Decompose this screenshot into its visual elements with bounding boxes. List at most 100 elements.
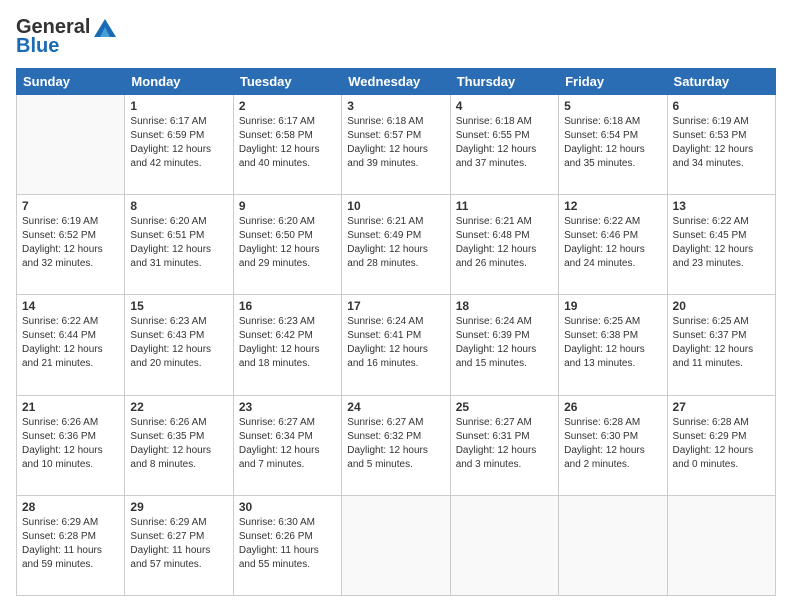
- day-number: 24: [347, 400, 444, 414]
- calendar-cell: 28 Sunrise: 6:29 AM Sunset: 6:28 PM Dayli…: [17, 495, 125, 595]
- header-friday: Friday: [559, 69, 667, 95]
- calendar-cell: 22 Sunrise: 6:26 AM Sunset: 6:35 PM Dayli…: [125, 395, 233, 495]
- day-info: Sunrise: 6:18 AM Sunset: 6:54 PM Dayligh…: [564, 115, 661, 171]
- calendar-cell: 16 Sunrise: 6:23 AM Sunset: 6:42 PM Dayli…: [233, 295, 341, 395]
- day-number: 22: [130, 400, 227, 414]
- day-number: 3: [347, 99, 444, 113]
- header-row: SundayMondayTuesdayWednesdayThursdayFrid…: [17, 69, 776, 95]
- calendar-cell: 14Sunrise: 6:22 AM Sunset: 6:44 PM Dayli…: [17, 295, 125, 395]
- day-info: Sunrise: 6:23 AM Sunset: 6:43 PM Dayligh…: [130, 315, 227, 371]
- day-info: Sunrise: 6:25 AM Sunset: 6:38 PM Dayligh…: [564, 315, 661, 371]
- day-info: Sunrise: 6:28 AM Sunset: 6:30 PM Dayligh…: [564, 416, 661, 472]
- day-number: 2: [239, 99, 336, 113]
- header-thursday: Thursday: [450, 69, 558, 95]
- day-info: Sunrise: 6:23 AM Sunset: 6:42 PM Dayligh…: [239, 315, 336, 371]
- calendar-cell: 13 Sunrise: 6:22 AM Sunset: 6:45 PM Dayli…: [667, 195, 775, 295]
- calendar-cell: [450, 495, 558, 595]
- day-number: 26: [564, 400, 661, 414]
- day-info: Sunrise: 6:27 AM Sunset: 6:34 PM Dayligh…: [239, 416, 336, 472]
- day-number: 17: [347, 299, 444, 313]
- calendar-cell: [559, 495, 667, 595]
- day-info: Sunrise: 6:20 AM Sunset: 6:51 PM Dayligh…: [130, 215, 227, 271]
- calendar-cell: 9 Sunrise: 6:20 AM Sunset: 6:50 PM Daylig…: [233, 195, 341, 295]
- day-number: 4: [456, 99, 553, 113]
- header-sunday: Sunday: [17, 69, 125, 95]
- day-info: Sunrise: 6:27 AM Sunset: 6:32 PM Dayligh…: [347, 416, 444, 472]
- header-tuesday: Tuesday: [233, 69, 341, 95]
- day-number: 18: [456, 299, 553, 313]
- calendar-cell: 12 Sunrise: 6:22 AM Sunset: 6:46 PM Dayli…: [559, 195, 667, 295]
- calendar-cell: 11 Sunrise: 6:21 AM Sunset: 6:48 PM Dayli…: [450, 195, 558, 295]
- calendar-cell: 19Sunrise: 6:25 AM Sunset: 6:38 PM Dayli…: [559, 295, 667, 395]
- day-number: 1: [130, 99, 227, 113]
- calendar-cell: [17, 95, 125, 195]
- day-info: Sunrise: 6:19 AM Sunset: 6:53 PM Dayligh…: [673, 115, 770, 171]
- day-info: Sunrise: 6:27 AM Sunset: 6:31 PM Dayligh…: [456, 416, 553, 472]
- calendar-cell: 5 Sunrise: 6:18 AM Sunset: 6:54 PM Daylig…: [559, 95, 667, 195]
- day-number: 14: [22, 299, 119, 313]
- calendar-cell: 4 Sunrise: 6:18 AM Sunset: 6:55 PM Daylig…: [450, 95, 558, 195]
- calendar-cell: 26 Sunrise: 6:28 AM Sunset: 6:30 PM Dayli…: [559, 395, 667, 495]
- day-info: Sunrise: 6:21 AM Sunset: 6:48 PM Dayligh…: [456, 215, 553, 271]
- header-wednesday: Wednesday: [342, 69, 450, 95]
- calendar-cell: [342, 495, 450, 595]
- calendar-cell: 25 Sunrise: 6:27 AM Sunset: 6:31 PM Dayli…: [450, 395, 558, 495]
- calendar-cell: 20 Sunrise: 6:25 AM Sunset: 6:37 PM Dayli…: [667, 295, 775, 395]
- calendar-cell: 18 Sunrise: 6:24 AM Sunset: 6:39 PM Dayli…: [450, 295, 558, 395]
- calendar-cell: 24 Sunrise: 6:27 AM Sunset: 6:32 PM Dayli…: [342, 395, 450, 495]
- day-number: 11: [456, 199, 553, 213]
- calendar-cell: 27Sunrise: 6:28 AM Sunset: 6:29 PM Dayli…: [667, 395, 775, 495]
- day-number: 6: [673, 99, 770, 113]
- day-info: Sunrise: 6:19 AM Sunset: 6:52 PM Dayligh…: [22, 215, 119, 271]
- day-number: 7: [22, 199, 119, 213]
- day-number: 15: [130, 299, 227, 313]
- day-info: Sunrise: 6:22 AM Sunset: 6:45 PM Dayligh…: [673, 215, 770, 271]
- calendar-cell: 23 Sunrise: 6:27 AM Sunset: 6:34 PM Dayli…: [233, 395, 341, 495]
- calendar-cell: 6 Sunrise: 6:19 AM Sunset: 6:53 PM Daylig…: [667, 95, 775, 195]
- header-saturday: Saturday: [667, 69, 775, 95]
- calendar-cell: 21 Sunrise: 6:26 AM Sunset: 6:36 PM Dayli…: [17, 395, 125, 495]
- header-monday: Monday: [125, 69, 233, 95]
- day-number: 13: [673, 199, 770, 213]
- day-info: Sunrise: 6:24 AM Sunset: 6:41 PM Dayligh…: [347, 315, 444, 371]
- logo-icon: [92, 17, 118, 39]
- calendar-cell: 15 Sunrise: 6:23 AM Sunset: 6:43 PM Dayli…: [125, 295, 233, 395]
- day-number: 12: [564, 199, 661, 213]
- day-info: Sunrise: 6:29 AM Sunset: 6:27 PM Dayligh…: [130, 516, 227, 572]
- day-info: Sunrise: 6:24 AM Sunset: 6:39 PM Dayligh…: [456, 315, 553, 371]
- day-info: Sunrise: 6:25 AM Sunset: 6:37 PM Dayligh…: [673, 315, 770, 371]
- day-number: 28: [22, 500, 119, 514]
- day-info: Sunrise: 6:18 AM Sunset: 6:57 PM Dayligh…: [347, 115, 444, 171]
- calendar-table: SundayMondayTuesdayWednesdayThursdayFrid…: [16, 68, 776, 596]
- header: General Blue: [16, 16, 776, 58]
- day-number: 21: [22, 400, 119, 414]
- day-number: 10: [347, 199, 444, 213]
- day-info: Sunrise: 6:20 AM Sunset: 6:50 PM Dayligh…: [239, 215, 336, 271]
- calendar-cell: 17 Sunrise: 6:24 AM Sunset: 6:41 PM Dayli…: [342, 295, 450, 395]
- calendar-cell: 10 Sunrise: 6:21 AM Sunset: 6:49 PM Dayli…: [342, 195, 450, 295]
- calendar-cell: 30 Sunrise: 6:30 AM Sunset: 6:26 PM Dayli…: [233, 495, 341, 595]
- day-number: 5: [564, 99, 661, 113]
- day-number: 30: [239, 500, 336, 514]
- day-info: Sunrise: 6:26 AM Sunset: 6:35 PM Dayligh…: [130, 416, 227, 472]
- day-info: Sunrise: 6:30 AM Sunset: 6:26 PM Dayligh…: [239, 516, 336, 572]
- day-info: Sunrise: 6:22 AM Sunset: 6:46 PM Dayligh…: [564, 215, 661, 271]
- day-info: Sunrise: 6:21 AM Sunset: 6:49 PM Dayligh…: [347, 215, 444, 271]
- calendar-cell: 1 Sunrise: 6:17 AM Sunset: 6:59 PM Daylig…: [125, 95, 233, 195]
- day-info: Sunrise: 6:17 AM Sunset: 6:59 PM Dayligh…: [130, 115, 227, 171]
- day-number: 25: [456, 400, 553, 414]
- day-info: Sunrise: 6:17 AM Sunset: 6:58 PM Dayligh…: [239, 115, 336, 171]
- day-info: Sunrise: 6:26 AM Sunset: 6:36 PM Dayligh…: [22, 416, 119, 472]
- logo: General Blue: [16, 16, 118, 58]
- day-number: 9: [239, 199, 336, 213]
- calendar-cell: [667, 495, 775, 595]
- day-number: 23: [239, 400, 336, 414]
- day-number: 20: [673, 299, 770, 313]
- day-number: 16: [239, 299, 336, 313]
- calendar-cell: 2 Sunrise: 6:17 AM Sunset: 6:58 PM Daylig…: [233, 95, 341, 195]
- page: General Blue SundayMondayTuesdayWednesda…: [0, 0, 792, 612]
- calendar-cell: 29Sunrise: 6:29 AM Sunset: 6:27 PM Dayli…: [125, 495, 233, 595]
- day-info: Sunrise: 6:18 AM Sunset: 6:55 PM Dayligh…: [456, 115, 553, 171]
- day-info: Sunrise: 6:29 AM Sunset: 6:28 PM Dayligh…: [22, 516, 119, 572]
- day-number: 27: [673, 400, 770, 414]
